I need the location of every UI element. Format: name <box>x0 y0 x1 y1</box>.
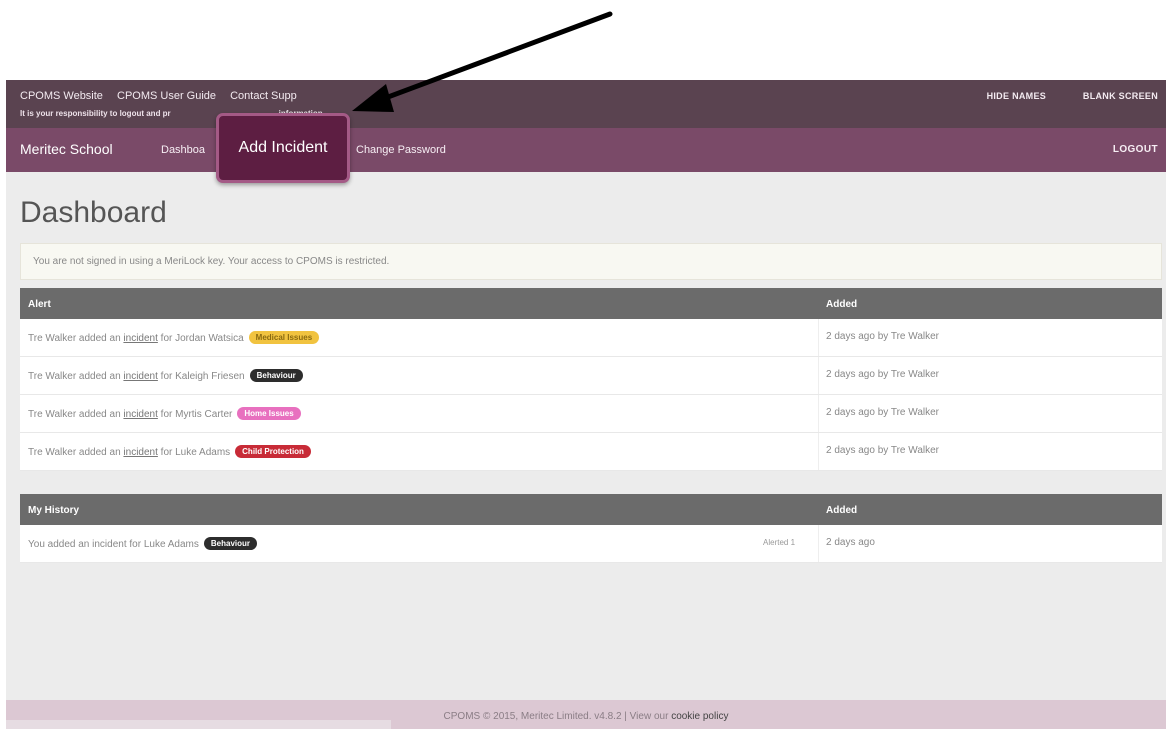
table-row: Tre Walker added an incident for Myrtis … <box>20 395 1162 433</box>
medical-issues-badge: Medical Issues <box>248 331 320 344</box>
home-issues-badge: Home Issues <box>237 407 301 420</box>
row-student: for Myrtis Carter <box>160 409 233 420</box>
history-text: You added an incident for Luke Adams <box>28 539 199 550</box>
behaviour-badge: Behaviour <box>249 369 303 382</box>
child-protection-badge: Child Protection <box>235 445 311 458</box>
page-title: Dashboard <box>20 196 167 229</box>
history-table: My History Added You added an incident f… <box>20 494 1162 563</box>
row-prefix: Tre Walker added an <box>28 409 121 420</box>
blank-screen-button[interactable]: BLANK SCREEN <box>1083 91 1158 101</box>
cpoms-window: CPOMS Website CPOMS User Guide Contact S… <box>6 80 1166 729</box>
logout-button[interactable]: LOGOUT <box>1113 144 1158 155</box>
alert-column-header: Alert <box>28 299 51 310</box>
incident-link[interactable]: incident <box>123 409 157 420</box>
nav-dashboard[interactable]: Dashboa <box>161 144 205 156</box>
row-prefix: Tre Walker added an <box>28 371 121 382</box>
incident-link[interactable]: incident <box>123 447 157 458</box>
table-row: You added an incident for Luke Adams Beha… <box>20 525 1162 563</box>
hide-names-button[interactable]: HIDE NAMES <box>987 91 1047 101</box>
added-column-header: Added <box>826 299 858 310</box>
access-warning: You are not signed in using a MeriLock k… <box>20 243 1162 280</box>
cookie-policy-link[interactable]: cookie policy <box>671 711 728 722</box>
status-strip <box>6 720 391 729</box>
alerts-table: Alert Added Tre Walker added an incident… <box>20 288 1162 471</box>
user-guide-link[interactable]: CPOMS User Guide <box>117 90 216 102</box>
footer-text: CPOMS © 2015, Meritec Limited. v4.8.2 | … <box>443 711 669 722</box>
privacy-controls: HIDE NAMES BLANK SCREEN <box>953 91 1158 101</box>
nav-change-password[interactable]: Change Password <box>356 144 446 156</box>
row-student: for Luke Adams <box>160 447 231 458</box>
history-column-header: My History <box>28 505 80 516</box>
row-student: for Jordan Watsica <box>160 333 244 344</box>
table-row: Tre Walker added an incident for Luke Ad… <box>20 433 1162 471</box>
school-name[interactable]: Meritec School <box>20 141 113 157</box>
alerts-header: Alert Added <box>20 288 1162 319</box>
main-nav: Meritec School Dashboa Change Password L… <box>6 128 1166 172</box>
behaviour-badge: Behaviour <box>203 537 257 550</box>
row-prefix: Tre Walker added an <box>28 333 121 344</box>
row-student: for Kaleigh Friesen <box>160 371 245 382</box>
add-incident-button[interactable]: Add Incident <box>216 113 350 183</box>
history-header: My History Added <box>20 494 1162 525</box>
row-added: 2 days ago by Tre Walker <box>826 369 940 380</box>
row-added: 2 days ago by Tre Walker <box>826 445 940 456</box>
table-row: Tre Walker added an incident for Kaleigh… <box>20 357 1162 395</box>
history-added-header: Added <box>826 505 858 516</box>
contact-support-link[interactable]: Contact Supp <box>230 90 297 102</box>
table-row: Tre Walker added an incident for Jordan … <box>20 319 1162 357</box>
alerted-count: Alerted 1 <box>763 538 796 547</box>
row-added: 2 days ago by Tre Walker <box>826 407 940 418</box>
notice-text: It is your responsibility to logout and … <box>20 109 171 118</box>
utility-links: CPOMS Website CPOMS User Guide Contact S… <box>20 90 308 102</box>
utility-bar: CPOMS Website CPOMS User Guide Contact S… <box>6 80 1166 128</box>
incident-link[interactable]: incident <box>123 333 157 344</box>
history-added: 2 days ago <box>826 537 875 548</box>
row-added: 2 days ago by Tre Walker <box>826 331 940 342</box>
row-prefix: Tre Walker added an <box>28 447 121 458</box>
cpoms-website-link[interactable]: CPOMS Website <box>20 90 103 102</box>
incident-link[interactable]: incident <box>123 371 157 382</box>
footer: CPOMS © 2015, Meritec Limited. v4.8.2 | … <box>6 700 1166 729</box>
